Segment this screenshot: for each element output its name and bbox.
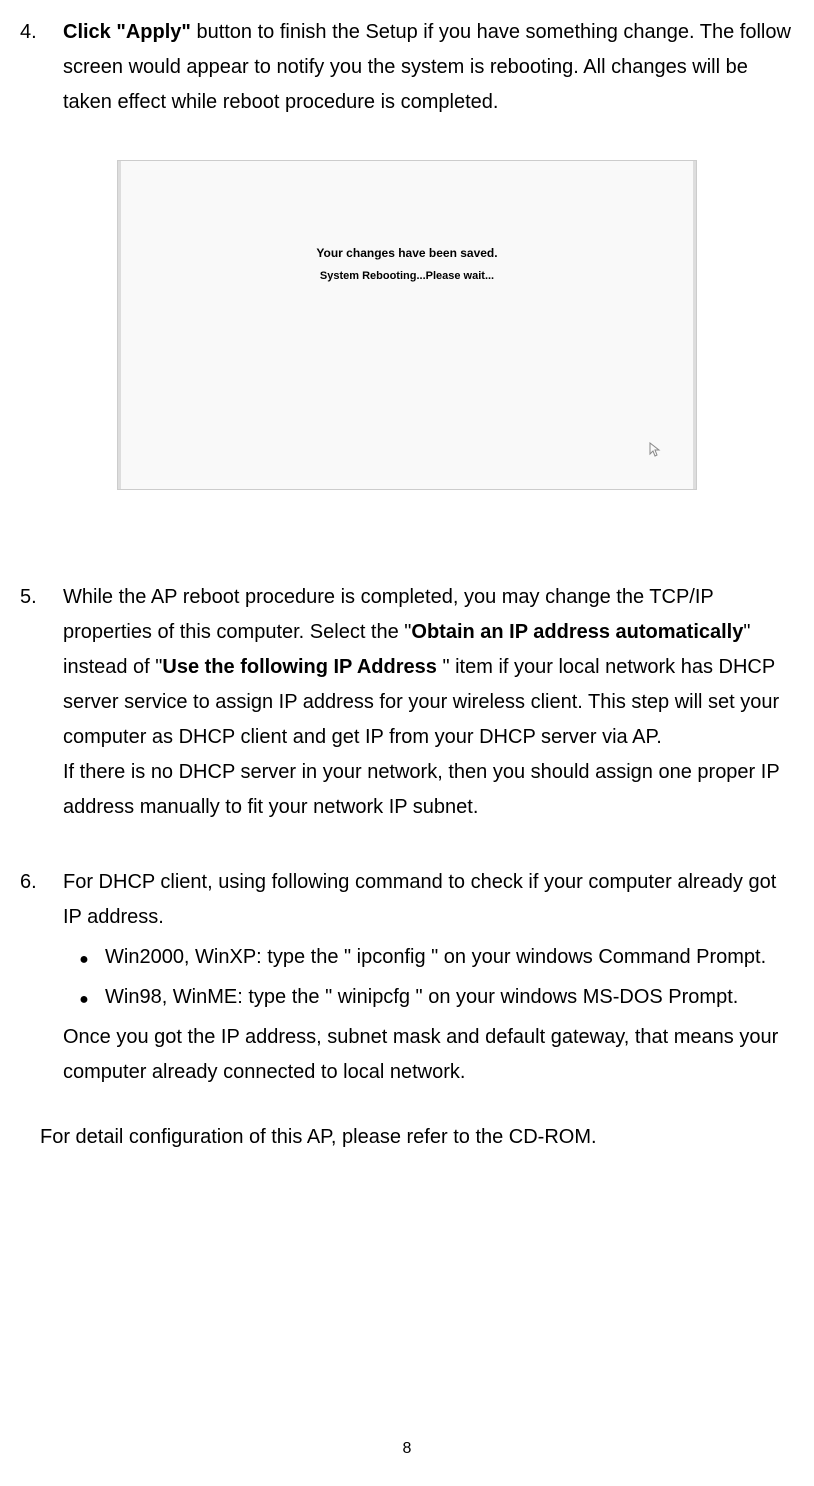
list-number-4: 4. <box>18 15 63 120</box>
item6-outro: Once you got the IP address, subnet mask… <box>63 1026 778 1083</box>
list-number-6: 6. <box>18 865 63 1090</box>
screenshot-saved-text: Your changes have been saved. <box>316 246 497 260</box>
reboot-screenshot: Your changes have been saved. System Reb… <box>117 160 697 490</box>
page-number: 8 <box>403 1440 412 1458</box>
list-number-5: 5. <box>18 580 63 825</box>
list-content-4: Click "Apply" button to finish the Setup… <box>63 15 796 120</box>
bullet-marker-icon: ● <box>63 980 105 1015</box>
final-note: For detail configuration of this AP, ple… <box>18 1120 796 1155</box>
list-content-6: For DHCP client, using following command… <box>63 865 796 1090</box>
cursor-icon <box>649 442 661 461</box>
list-item-6: 6. For DHCP client, using following comm… <box>18 865 796 1090</box>
item6-intro: For DHCP client, using following command… <box>63 871 776 928</box>
page-content: 4. Click "Apply" button to finish the Se… <box>0 0 814 1155</box>
spacer <box>18 550 796 580</box>
item5-bold2: Use the following IP Address <box>162 656 437 678</box>
bullet1-content: Win2000, WinXP: type the " ipconfig " on… <box>105 940 796 975</box>
item5-text-part4: If there is no DHCP server in your netwo… <box>63 761 779 818</box>
list-item-4: 4. Click "Apply" button to finish the Se… <box>18 15 796 120</box>
screenshot-border <box>118 161 121 489</box>
sub-bullets: ● Win2000, WinXP: type the " ipconfig " … <box>63 940 796 1015</box>
bullet-item-2: ● Win98, WinME: type the " winipcfg " on… <box>63 980 796 1015</box>
bullet2-content: Win98, WinME: type the " winipcfg " on y… <box>105 980 796 1015</box>
list-item-5: 5. While the AP reboot procedure is comp… <box>18 580 796 825</box>
item4-bold-lead: Click "Apply" <box>63 21 191 43</box>
bullet-marker-icon: ● <box>63 940 105 975</box>
item5-bold1: Obtain an IP address automatically <box>411 621 743 643</box>
screenshot-reboot-text: System Rebooting...Please wait... <box>320 270 494 282</box>
list-content-5: While the AP reboot procedure is complet… <box>63 580 796 825</box>
screenshot-border <box>693 161 696 489</box>
bullet-item-1: ● Win2000, WinXP: type the " ipconfig " … <box>63 940 796 975</box>
spacer <box>18 845 796 865</box>
